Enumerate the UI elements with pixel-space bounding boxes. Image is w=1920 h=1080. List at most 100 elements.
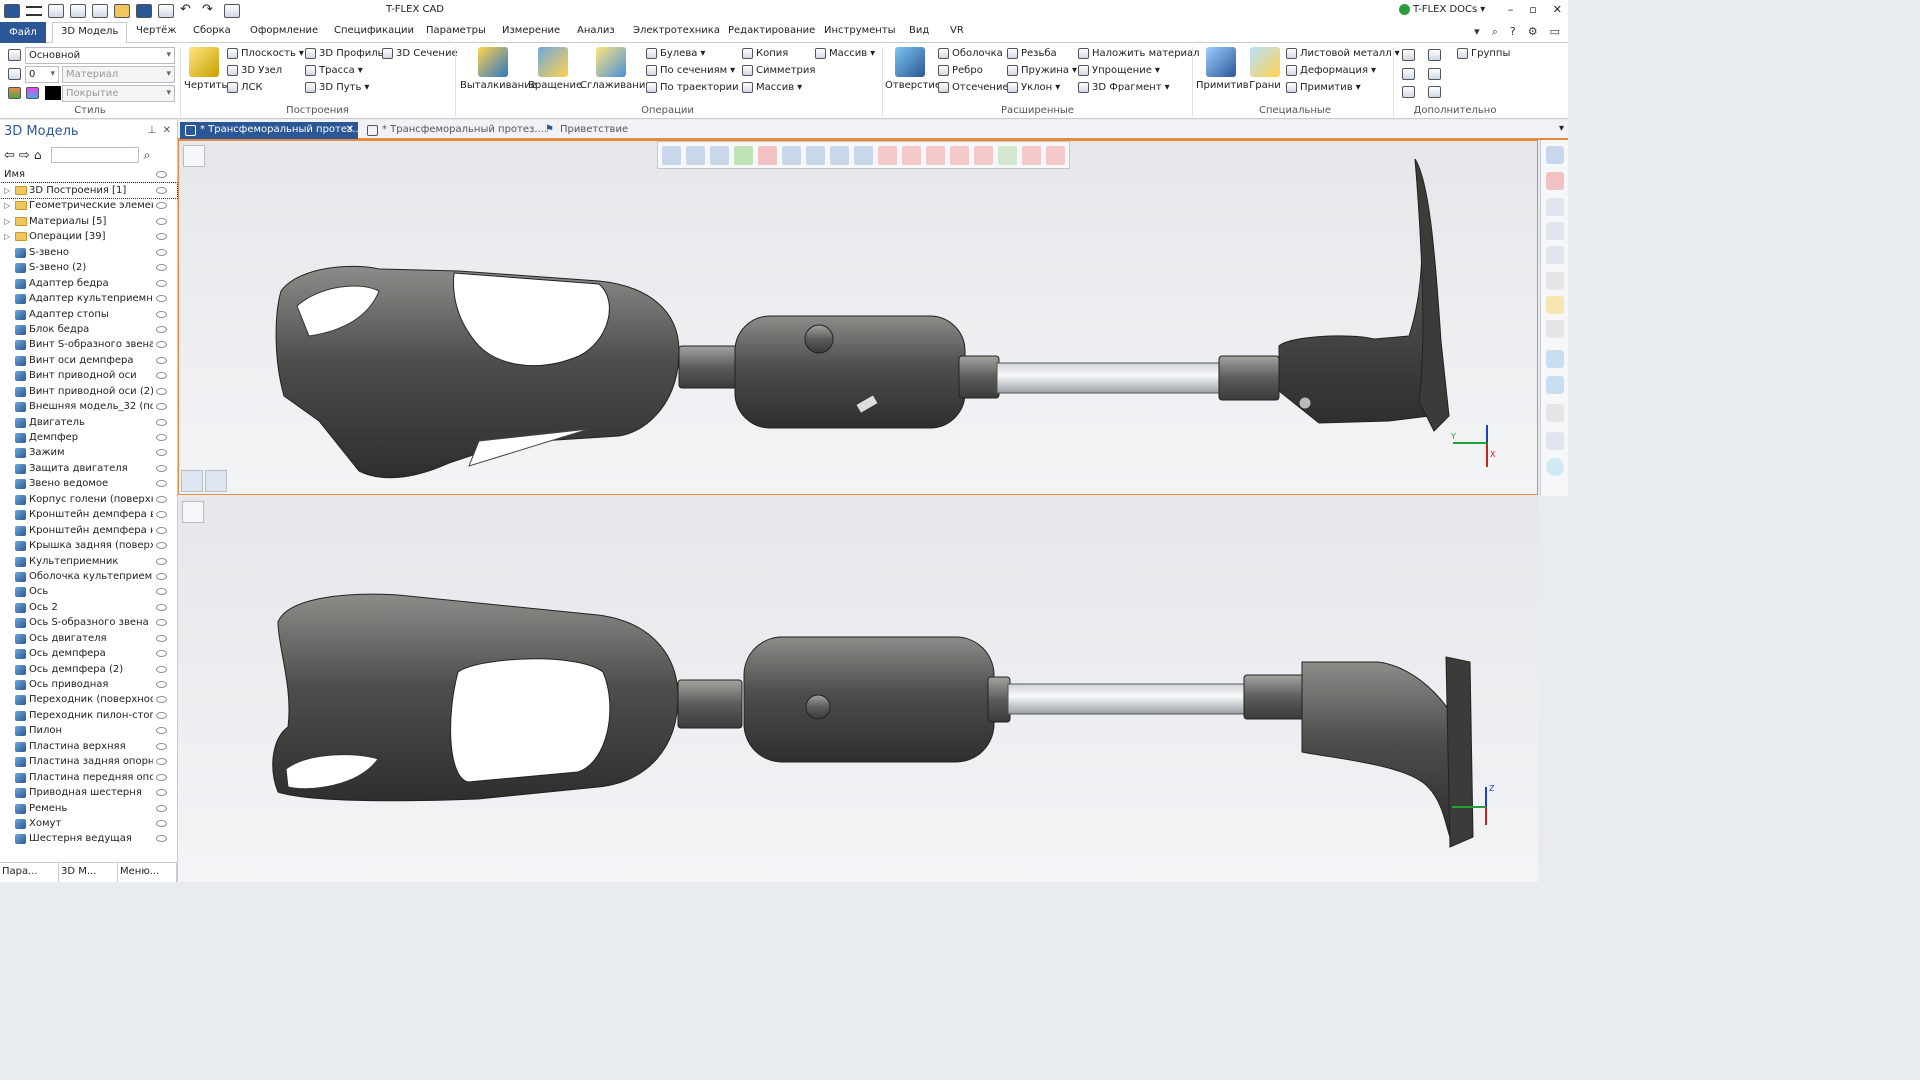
visibility-eye-icon[interactable] (156, 511, 167, 519)
split-horizontal-icon[interactable] (205, 470, 227, 492)
visibility-eye-icon[interactable] (156, 588, 167, 596)
tree-item[interactable]: Ось двигателя (0, 631, 177, 646)
tree-item[interactable]: ▷ Операции [39] (0, 229, 177, 244)
visibility-eye-icon[interactable] (156, 665, 167, 673)
tab-3d-model-panel[interactable]: 3D М... (59, 863, 118, 882)
glasses-icon[interactable] (1546, 272, 1564, 290)
visibility-eye-icon[interactable] (156, 279, 167, 287)
smooth-button[interactable]: Сглаживание (580, 47, 651, 91)
visibility-eye-icon[interactable] (156, 187, 167, 194)
body-select-icon[interactable] (926, 145, 945, 165)
panel-layout-icon[interactable] (1546, 146, 1564, 164)
tree-item[interactable]: Пластина передняя опор... (0, 770, 177, 785)
viewport-top[interactable]: Y X (178, 140, 1538, 495)
draw-button[interactable]: Чертить (184, 47, 227, 91)
operation-select-icon[interactable] (1022, 145, 1041, 165)
array-button-2[interactable]: Массив ▾ (742, 82, 802, 93)
tree-item[interactable]: Крышка задняя (поверхн... (0, 538, 177, 553)
tab-file[interactable]: Файл (0, 22, 46, 43)
color-picker-icon[interactable] (26, 87, 39, 99)
visibility-eye-icon[interactable] (156, 356, 167, 364)
path3d-button[interactable]: 3D Путь ▾ (305, 82, 369, 93)
visibility-eye-icon[interactable] (156, 835, 167, 843)
rotate-button[interactable]: Вращение (528, 47, 582, 91)
vertex-select-icon[interactable] (974, 145, 993, 165)
tree-item[interactable]: Ремень (0, 801, 177, 816)
visibility-eye-icon[interactable] (156, 727, 167, 735)
visibility-eye-icon[interactable] (156, 248, 167, 256)
tree-item[interactable]: Ось 2 (0, 600, 177, 615)
plane-button[interactable]: Плоскость ▾ (227, 48, 304, 59)
expand-icon[interactable]: ▷ (4, 214, 10, 229)
tree-item[interactable]: ▷ Материалы [5] (0, 214, 177, 229)
search-icon[interactable]: ⌕ (1492, 25, 1498, 39)
split-vertical-icon[interactable] (181, 470, 203, 492)
tree-item[interactable]: Культеприемник (0, 554, 177, 569)
uncheck-icon[interactable] (758, 145, 777, 165)
back-icon[interactable]: ⇦ (4, 148, 15, 163)
visibility-eye-icon[interactable] (156, 480, 167, 488)
symmetry-button[interactable]: Симметрия (742, 65, 815, 76)
tree-item[interactable]: Приводная шестерня (0, 785, 177, 800)
color-palette-icon[interactable] (8, 87, 21, 99)
viewport-tree-toggle-icon[interactable] (183, 145, 205, 167)
axes-3d-icon[interactable] (830, 145, 849, 165)
primitive2-button[interactable]: Примитив ▾ (1286, 82, 1361, 93)
magnet-icon[interactable] (1546, 172, 1564, 190)
tree-item[interactable]: Винт приводной оси (0, 368, 177, 383)
thread-button[interactable]: Резьба (1007, 48, 1057, 59)
cube-check-icon[interactable] (1546, 350, 1564, 368)
lsk-button[interactable]: ЛСК (227, 82, 263, 93)
tab-measurement[interactable]: Измерение (502, 25, 560, 36)
view-cube-icon[interactable] (1546, 432, 1564, 450)
variables-icon[interactable] (1428, 68, 1441, 80)
extrude-button[interactable]: Выталкивание (460, 47, 537, 91)
tab-parameters[interactable]: Параметры (426, 25, 486, 36)
home-icon[interactable]: ⌂ (34, 148, 42, 162)
tree-item[interactable]: ▷ Геометрические элемент... (0, 198, 177, 213)
tree-item[interactable]: Винт оси демпфера (0, 353, 177, 368)
tree-item[interactable]: Адаптер бедра (0, 276, 177, 291)
filter-icon[interactable] (662, 145, 681, 165)
visibility-eye-icon[interactable] (156, 341, 167, 349)
probe-icon[interactable] (1428, 49, 1441, 61)
zoom-icon[interactable] (1546, 198, 1564, 216)
section3d-button[interactable]: 3D Сечение (382, 48, 458, 59)
layer-select[interactable]: Основной (25, 47, 175, 64)
visibility-eye-icon[interactable] (156, 619, 167, 627)
tree-item[interactable]: Защита двигателя (0, 461, 177, 476)
tab-formatting[interactable]: Оформление (250, 25, 318, 36)
visibility-eye-icon[interactable] (156, 572, 167, 580)
tree-item[interactable]: S-звено (2) (0, 260, 177, 275)
tree-item[interactable]: Кронштейн демпфера ве... (0, 507, 177, 522)
close-icon[interactable]: ✕ (163, 125, 171, 136)
tab-vr[interactable]: VR (950, 25, 964, 36)
minimize-button[interactable]: – (1508, 3, 1514, 16)
viewport-bottom[interactable]: Z (178, 497, 1538, 882)
forward-icon[interactable]: ⇨ (19, 148, 30, 163)
tab-view[interactable]: Вид (909, 25, 929, 36)
layout-icon[interactable]: ▭ (1550, 25, 1560, 39)
visibility-eye-icon[interactable] (156, 449, 167, 457)
visibility-eye-icon[interactable] (156, 464, 167, 472)
visibility-eye-icon[interactable] (156, 202, 167, 210)
visibility-eye-icon[interactable] (156, 634, 167, 642)
visibility-eye-icon[interactable] (156, 264, 167, 272)
tree-item[interactable]: Ось демпфера (0, 646, 177, 661)
cut-button[interactable]: Отсечение (938, 82, 1009, 93)
visibility-eye-icon[interactable] (156, 804, 167, 812)
tree-item[interactable]: Пластина задняя опорная (0, 754, 177, 769)
visibility-eye-icon[interactable] (156, 403, 167, 411)
tab-drawing[interactable]: Чертёж (136, 25, 176, 36)
tab-editing[interactable]: Редактирование (728, 25, 815, 36)
expand-icon[interactable]: ▷ (4, 198, 10, 213)
check-icon[interactable] (734, 145, 753, 165)
tree-item[interactable]: Двигатель (0, 415, 177, 430)
visibility-eye-icon[interactable] (156, 711, 167, 719)
visibility-eye-icon[interactable] (156, 542, 167, 550)
cube-check-2-icon[interactable] (1546, 376, 1564, 394)
measure-icon[interactable] (1402, 68, 1415, 80)
zoom-all-icon[interactable] (1546, 246, 1564, 264)
tree-search-input[interactable] (51, 147, 140, 163)
expand-icon[interactable]: ▷ (4, 183, 10, 198)
